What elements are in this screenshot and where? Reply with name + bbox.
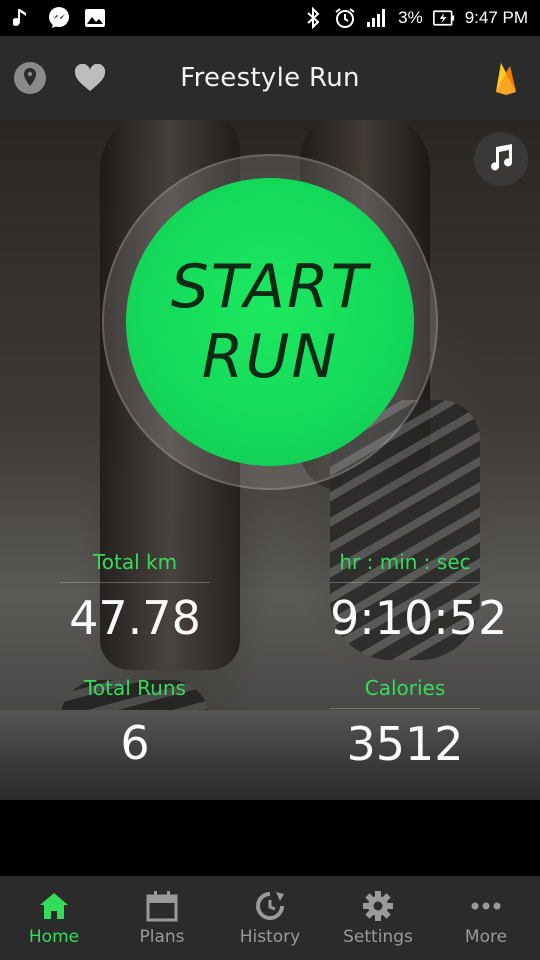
music-button[interactable] [474, 132, 528, 186]
gear-icon [361, 889, 395, 923]
start-run-line2: RUN [201, 322, 339, 392]
flame-icon[interactable] [488, 60, 524, 96]
nav-label-settings: Settings [343, 927, 413, 947]
alarm-icon [334, 7, 356, 29]
stat-label-time: hr : min : sec [330, 550, 480, 583]
bottom-nav: Home Plans History Settings More [0, 876, 540, 960]
nav-label-history: History [239, 927, 301, 947]
status-bar: 3% 9:47 PM [0, 0, 540, 36]
bluetooth-icon [302, 7, 324, 29]
nav-label-more: More [464, 927, 508, 947]
stat-value-total-runs: 6 [120, 716, 150, 770]
stat-calories: Calories 3512 [330, 676, 480, 771]
nav-item-settings[interactable]: Settings [324, 876, 432, 960]
stat-value-total-km: 47.78 [69, 591, 201, 645]
image-icon [84, 7, 106, 29]
nav-item-home[interactable]: Home [0, 876, 108, 960]
more-dots-icon [469, 889, 503, 923]
signal-icon [366, 7, 388, 29]
battery-charging-icon [432, 7, 455, 29]
music-note-icon [12, 7, 34, 29]
stat-label-total-runs: Total Runs [84, 676, 186, 700]
stat-value-time: 9:10:52 [330, 591, 508, 645]
app-bar: Freestyle Run [0, 36, 540, 120]
stat-total-km: Total km 47.78 [60, 550, 210, 645]
hero-background: START RUN Total km 47.78 hr : min : sec … [0, 120, 540, 800]
nav-item-plans[interactable]: Plans [108, 876, 216, 960]
calendar-icon [145, 889, 179, 923]
nav-label-home: Home [28, 927, 80, 947]
history-icon [253, 889, 287, 923]
stat-label-total-km: Total km [60, 550, 210, 583]
home-icon [37, 889, 71, 923]
nav-item-more[interactable]: More [432, 876, 540, 960]
spacer-band [0, 800, 540, 876]
stat-value-calories: 3512 [346, 717, 464, 771]
battery-percent: 3% [398, 8, 423, 27]
start-run-button[interactable]: START RUN [126, 178, 414, 466]
clock-time: 9:47 PM [464, 8, 528, 27]
start-run-line1: START [170, 252, 370, 322]
music-notes-icon [487, 143, 515, 175]
nav-item-history[interactable]: History [216, 876, 324, 960]
nav-label-plans: Plans [139, 927, 185, 947]
stat-time: hr : min : sec 9:10:52 [330, 550, 508, 645]
stat-label-calories: Calories [330, 676, 480, 709]
messenger-icon [48, 7, 70, 29]
stat-total-runs: Total Runs 6 [60, 676, 210, 770]
page-title: Freestyle Run [180, 63, 360, 93]
